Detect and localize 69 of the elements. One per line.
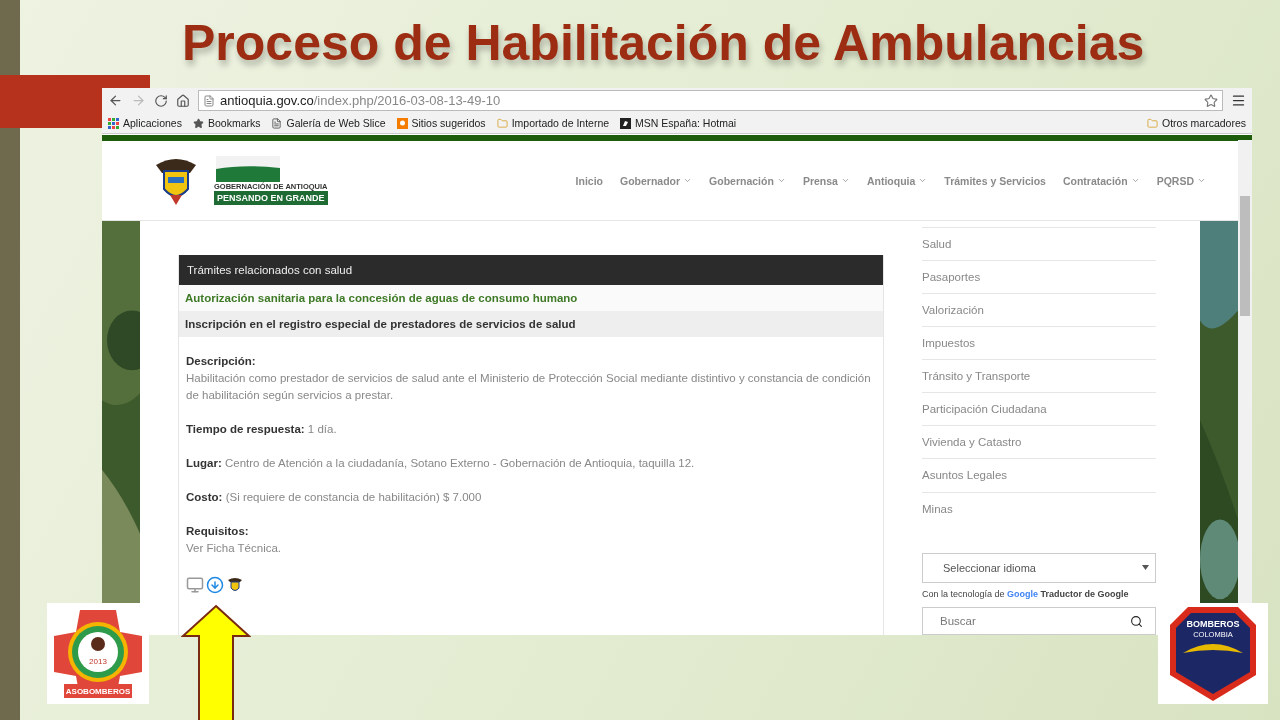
- monitor-icon[interactable]: [186, 576, 204, 594]
- url-host: antioquia.gov.co: [220, 93, 314, 108]
- sidebar-link[interactable]: Asuntos Legales: [922, 458, 1156, 492]
- chevron-icon: [776, 176, 786, 185]
- bulb-icon: [396, 117, 408, 129]
- bookmark[interactable]: Bookmarks: [207, 117, 261, 129]
- nav-link[interactable]: Trámites y Servicios: [944, 174, 1046, 187]
- detail-text: Costo: (Si requiere de constancia de habilitación) $ 7.000: [186, 490, 483, 505]
- bookmark[interactable]: MSN España: Hotmai: [635, 117, 737, 129]
- reload-icon[interactable]: [154, 93, 168, 108]
- scrollbar-thumb[interactable]: [1240, 196, 1250, 316]
- nav-link[interactable]: Inicio: [575, 174, 603, 187]
- address-bar[interactable]: antioquia.gov.co/index.php/2016-03-08-13-49-10: [198, 90, 1223, 111]
- procedure-link[interactable]: Autorización sanitaria para la concesión de aguas de consumo humano: [179, 285, 883, 311]
- flag-icon: [214, 156, 280, 182]
- nav-link[interactable]: Prensa: [802, 174, 850, 187]
- detail-text: Requisitos: Ver Ficha Técnica.: [186, 524, 283, 556]
- url-path: /index.php/2016-03-08-13-49-10: [313, 93, 501, 108]
- chevron-icon: [1197, 176, 1206, 185]
- coat-of-arms-icon[interactable]: [226, 576, 244, 594]
- sidebar-link[interactable]: Valorización: [922, 293, 1156, 327]
- logo-slogan: PENSANDO EN GRANDE: [214, 191, 328, 205]
- nav-link[interactable]: PQRSD: [1156, 174, 1206, 187]
- sidebar-link[interactable]: Minas: [922, 491, 1156, 525]
- menu-icon[interactable]: [1231, 93, 1246, 108]
- home-icon[interactable]: [176, 93, 190, 108]
- chevron-icon: [918, 176, 928, 185]
- emblem-name: ASOBOMBEROS: [65, 686, 131, 696]
- search-icon[interactable]: [1130, 614, 1143, 628]
- nav-link[interactable]: Antioquia: [866, 174, 928, 187]
- nav-link[interactable]: Contratación: [1062, 174, 1140, 187]
- sidebar-link[interactable]: Vivienda y Catastro: [922, 425, 1156, 459]
- bookmark[interactable]: Sitios sugeridos: [411, 117, 486, 129]
- chevron-icon: [1130, 176, 1140, 185]
- slide-title: Proceso de Habilitación de Ambulancias: [181, 14, 1146, 70]
- language-select[interactable]: Seleccionar idioma: [922, 552, 1156, 584]
- procedure-link[interactable]: Inscripción en el registro especial de prestadores de servicios de salud: [179, 311, 883, 337]
- sidebar-link[interactable]: Participación Ciudadana: [922, 392, 1156, 426]
- nav-link[interactable]: Gobernador: [620, 174, 693, 187]
- bookmark[interactable]: Importado de Interne: [511, 117, 610, 129]
- dropdown-icon: [1142, 565, 1149, 571]
- page-icon: [203, 94, 215, 107]
- sidebar-link[interactable]: Impuestos: [922, 326, 1156, 360]
- bookmark-folder[interactable]: Otros marcadores: [1161, 117, 1246, 129]
- star-icon: [192, 117, 204, 129]
- detail-text: Lugar: Centro de Atención a la ciudadanía, Sotano Externo - Gobernación de Antioquia, taquilla 12.: [186, 456, 696, 471]
- sidebar-link[interactable]: Tránsito y Transporte: [922, 359, 1156, 393]
- chevron-icon: [683, 176, 693, 185]
- detail-text: Tiempo de respuesta: 1 día.: [186, 422, 338, 437]
- emblem-year: 2013: [89, 656, 107, 666]
- sidebar-link[interactable]: Salud: [922, 227, 1156, 261]
- apps-icon: [108, 117, 119, 129]
- shield-title: BOMBEROS: [1186, 618, 1240, 629]
- back-icon[interactable]: [108, 93, 123, 108]
- bookmark[interactable]: Aplicaciones: [123, 117, 182, 129]
- search-field[interactable]: Buscar: [922, 607, 1156, 635]
- chevron-icon: [840, 176, 850, 185]
- download-icon[interactable]: [206, 576, 224, 594]
- detail-text: Descripción: Habilitación como prestador de servicios de salud ante el Ministerio de Protección Social mediante distintivo y constancia de condición de habilitación según servicios a prestar.: [186, 354, 872, 403]
- butterfly-icon: [620, 117, 632, 129]
- nav-link[interactable]: Gobernación: [709, 174, 786, 187]
- star-icon[interactable]: [1204, 93, 1218, 108]
- panel-header: Trámites relacionados con salud: [179, 255, 883, 285]
- folder-icon: [496, 117, 508, 129]
- sidebar-link[interactable]: Pasaportes: [922, 260, 1156, 294]
- translate-credit: Con la tecnología de Google Traductor de Google: [922, 589, 1130, 600]
- folder-icon: [1146, 117, 1158, 129]
- page-icon: [271, 117, 283, 129]
- bookmark[interactable]: Galería de Web Slice: [286, 117, 386, 129]
